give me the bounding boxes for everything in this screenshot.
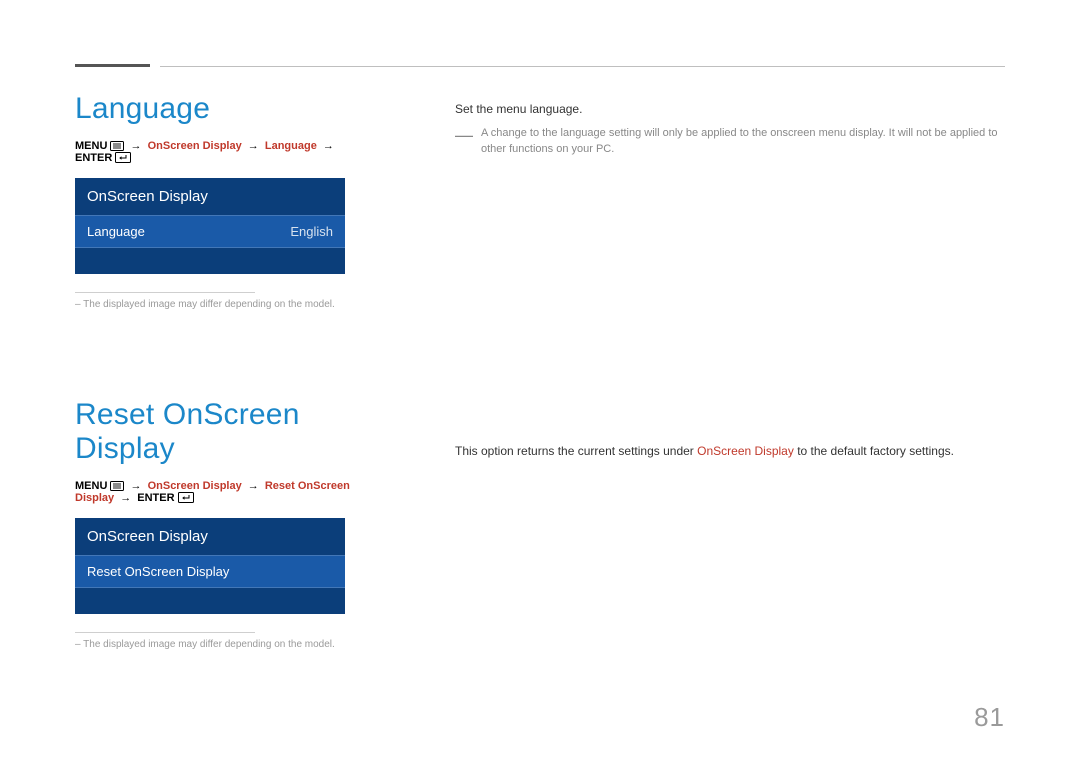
page-number: 81 [974, 702, 1005, 733]
osd-row-label: Reset OnScreen Display [87, 564, 229, 579]
note-dash-icon: ― [455, 126, 473, 158]
content-columns: Language MENU → OnScreen Display → [75, 92, 1005, 650]
footnote-rule [75, 632, 255, 633]
section-language-right: Set the menu language. ― A change to the… [455, 102, 1005, 158]
right-column: Set the menu language. ― A change to the… [455, 92, 1005, 650]
enter-label: ENTER [75, 152, 112, 164]
menu-label: MENU [75, 140, 107, 152]
arrow-icon: → [245, 140, 262, 152]
arrow-icon: → [117, 492, 134, 504]
section-reset-right: This option returns the current settings… [455, 444, 1005, 458]
osd-header: OnScreen Display [75, 178, 345, 215]
osd-row-label: Language [87, 224, 145, 239]
footnote-text: – The displayed image may differ dependi… [75, 299, 375, 310]
arrow-icon: → [128, 480, 145, 492]
menu-icon [110, 141, 124, 151]
desc-link-onscreen-display: OnScreen Display [697, 444, 794, 458]
menu-path-reset: MENU → OnScreen Display → Reset OnScreen… [75, 480, 375, 504]
section-language-left: Language MENU → OnScreen Display → [75, 92, 375, 310]
osd-row-reset: Reset OnScreen Display [75, 555, 345, 588]
reset-description: This option returns the current settings… [455, 444, 1005, 458]
top-rule-thick [75, 64, 150, 67]
osd-empty-row [75, 588, 345, 614]
top-rule-thin [160, 66, 1005, 67]
lead-text: Set the menu language. [455, 102, 1005, 116]
enter-icon [115, 152, 131, 163]
section-title-language: Language [75, 92, 375, 126]
osd-preview-language: OnScreen Display Language English [75, 178, 345, 274]
footnote-rule [75, 292, 255, 293]
menu-icon [110, 481, 124, 491]
breadcrumb-language: Language [265, 140, 317, 152]
left-column: Language MENU → OnScreen Display → [75, 92, 375, 650]
desc-before: This option returns the current settings… [455, 444, 697, 458]
note-block: ― A change to the language setting will … [455, 126, 1005, 158]
osd-preview-reset: OnScreen Display Reset OnScreen Display [75, 518, 345, 614]
desc-after: to the default factory settings. [794, 444, 954, 458]
arrow-icon: → [245, 480, 262, 492]
note-text: A change to the language setting will on… [481, 126, 1005, 158]
menu-path-language: MENU → OnScreen Display → Language → [75, 140, 375, 164]
arrow-icon: → [128, 140, 145, 152]
arrow-icon: → [320, 140, 337, 152]
enter-icon [178, 492, 194, 503]
footnote-text: – The displayed image may differ dependi… [75, 639, 375, 650]
osd-header: OnScreen Display [75, 518, 345, 555]
osd-row-value: English [290, 224, 333, 239]
section-title-reset: Reset OnScreen Display [75, 398, 375, 466]
osd-row-language: Language English [75, 215, 345, 248]
enter-label: ENTER [137, 492, 174, 504]
section-reset-left: Reset OnScreen Display MENU → OnScreen D… [75, 398, 375, 650]
menu-label: MENU [75, 480, 107, 492]
osd-empty-row [75, 248, 345, 274]
manual-page: Language MENU → OnScreen Display → [0, 0, 1080, 763]
breadcrumb-onscreen-display: OnScreen Display [148, 480, 242, 492]
breadcrumb-onscreen-display: OnScreen Display [148, 140, 242, 152]
